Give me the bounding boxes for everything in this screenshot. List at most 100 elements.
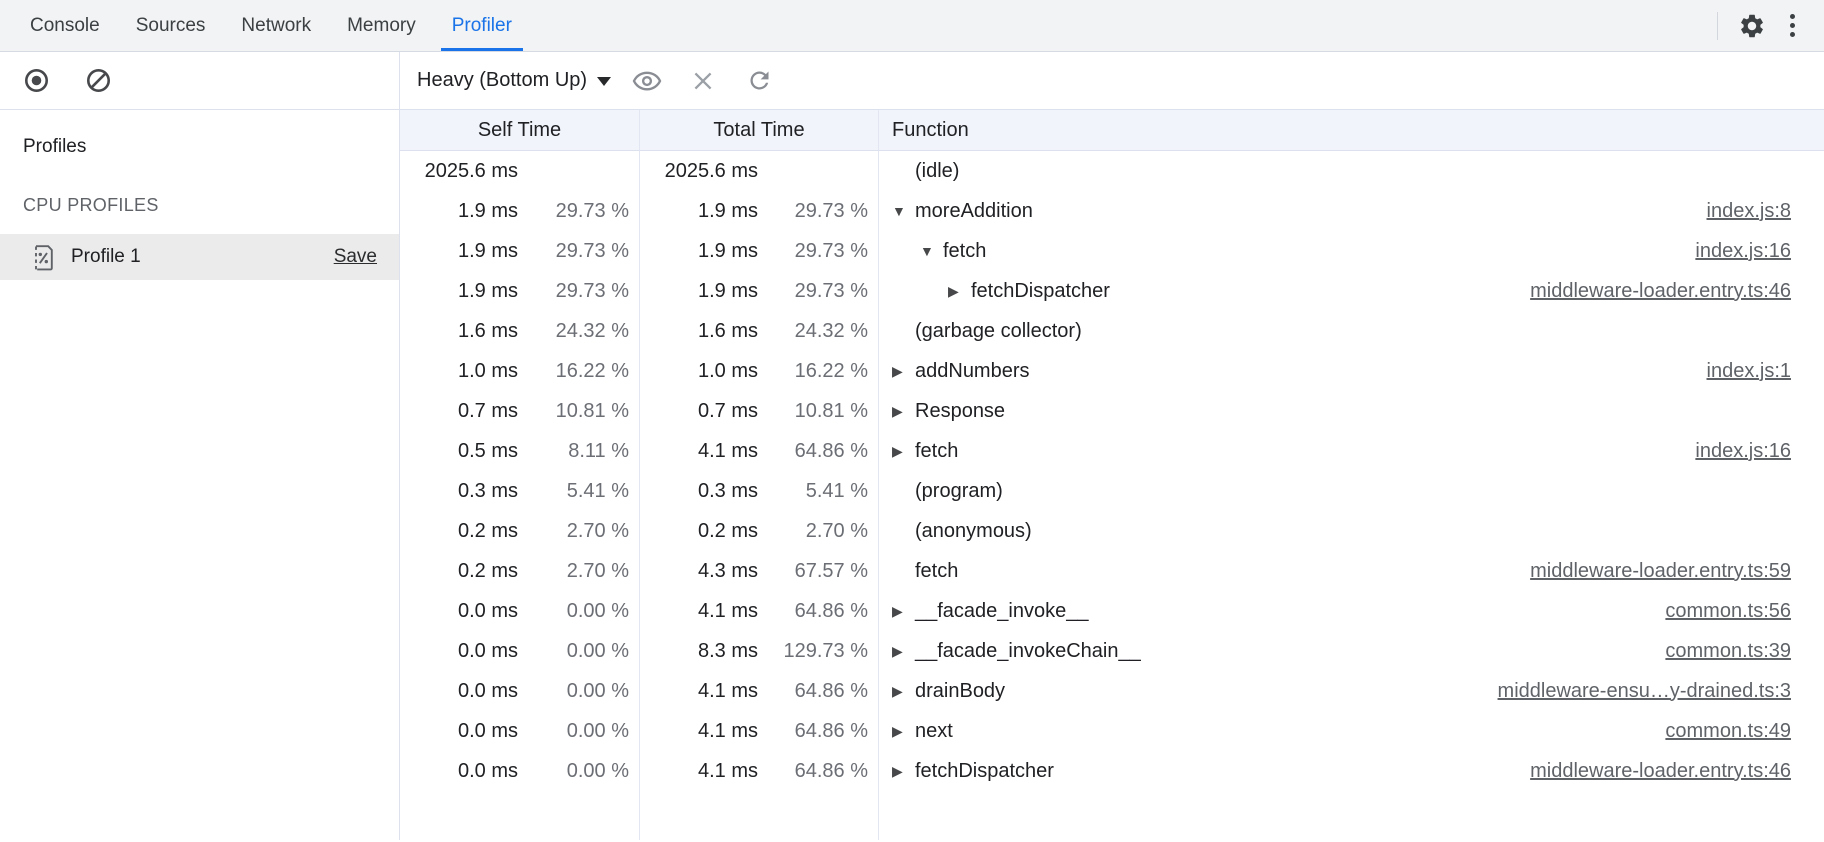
self-time-cell[interactable]: 0.0 ms0.00 % bbox=[400, 671, 640, 711]
tree-expand-icon[interactable]: ▶ bbox=[892, 604, 915, 618]
self-time-cell[interactable]: 0.0 ms0.00 % bbox=[400, 751, 640, 791]
tree-expand-icon[interactable]: ▶ bbox=[948, 284, 971, 298]
clear-profiles-button[interactable] bbox=[78, 61, 118, 101]
total-time-cell[interactable]: 0.7 ms10.81 % bbox=[640, 391, 879, 431]
self-time-cell[interactable]: 0.0 ms0.00 % bbox=[400, 631, 640, 671]
total-time-cell[interactable]: 1.9 ms29.73 % bbox=[640, 271, 879, 311]
self-time-cell[interactable]: 0.2 ms2.70 % bbox=[400, 511, 640, 551]
self-time-cell[interactable]: 0.0 ms0.00 % bbox=[400, 591, 640, 631]
self-time-cell[interactable]: 1.0 ms16.22 % bbox=[400, 351, 640, 391]
source-link[interactable]: common.ts:39 bbox=[1665, 640, 1824, 663]
tab-console[interactable]: Console bbox=[19, 0, 111, 51]
self-time-cell[interactable]: 0.5 ms8.11 % bbox=[400, 431, 640, 471]
total-time-cell[interactable]: 1.0 ms16.22 % bbox=[640, 351, 879, 391]
self-time-cell[interactable]: 2025.6 ms bbox=[400, 151, 640, 191]
total-time-cell[interactable]: 4.1 ms64.86 % bbox=[640, 671, 879, 711]
self-time-cell[interactable]: 0.2 ms2.70 % bbox=[400, 551, 640, 591]
self-time-cell[interactable]: 0.0 ms0.00 % bbox=[400, 711, 640, 751]
tree-expand-icon[interactable]: ▶ bbox=[892, 724, 915, 738]
function-cell[interactable]: ▶__facade_invokeChain__common.ts:39 bbox=[879, 631, 1824, 671]
total-time-cell[interactable]: 1.6 ms24.32 % bbox=[640, 311, 879, 351]
column-header-total-time[interactable]: Total Time bbox=[640, 110, 879, 151]
tab-sources[interactable]: Sources bbox=[125, 0, 217, 51]
function-cell[interactable]: ▶drainBodymiddleware-ensu…y-drained.ts:3 bbox=[879, 671, 1824, 711]
tree-expand-icon[interactable]: ▶ bbox=[892, 404, 915, 418]
save-profile-link[interactable]: Save bbox=[334, 246, 377, 268]
total-time-cell[interactable]: 4.1 ms64.86 % bbox=[640, 431, 879, 471]
total-time-cell[interactable]: 2025.6 ms bbox=[640, 151, 879, 191]
tab-memory[interactable]: Memory bbox=[336, 0, 427, 51]
source-link[interactable]: common.ts:49 bbox=[1665, 720, 1824, 743]
self-time-pct: 2.70 % bbox=[518, 520, 639, 543]
self-time-cell[interactable]: 0.7 ms10.81 % bbox=[400, 391, 640, 431]
profile-view-dropdown[interactable]: Heavy (Bottom Up) bbox=[417, 69, 611, 92]
self-time-cell[interactable]: 1.9 ms29.73 % bbox=[400, 231, 640, 271]
source-link[interactable]: middleware-loader.entry.ts:59 bbox=[1530, 560, 1824, 583]
total-time-cell[interactable]: 0.3 ms5.41 % bbox=[640, 471, 879, 511]
total-time-cell[interactable]: 4.1 ms64.86 % bbox=[640, 591, 879, 631]
self-time-pct: 0.00 % bbox=[518, 680, 639, 703]
function-cell[interactable]: ▼fetchindex.js:16 bbox=[879, 231, 1824, 271]
total-time-ms: 4.1 ms bbox=[640, 680, 758, 703]
source-link[interactable]: index.js:8 bbox=[1707, 200, 1824, 223]
total-time-cell[interactable]: 4.1 ms64.86 % bbox=[640, 711, 879, 751]
source-link[interactable]: index.js:16 bbox=[1695, 240, 1824, 263]
tree-expand-icon[interactable]: ▶ bbox=[892, 764, 915, 778]
total-time-cell[interactable]: 4.3 ms67.57 % bbox=[640, 551, 879, 591]
function-cell[interactable]: ▼moreAdditionindex.js:8 bbox=[879, 191, 1824, 231]
self-time-cell[interactable]: 1.6 ms24.32 % bbox=[400, 311, 640, 351]
total-time-cell[interactable]: 4.1 ms64.86 % bbox=[640, 751, 879, 791]
source-link[interactable]: index.js:16 bbox=[1695, 440, 1824, 463]
tree-expand-icon[interactable]: ▶ bbox=[892, 364, 915, 378]
more-options-button[interactable] bbox=[1772, 6, 1812, 46]
tree-expand-icon[interactable]: ▶ bbox=[892, 444, 915, 458]
function-cell[interactable]: ▶__facade_invoke__common.ts:56 bbox=[879, 591, 1824, 631]
function-cell[interactable]: (anonymous) bbox=[879, 511, 1824, 551]
function-name: (program) bbox=[915, 480, 1003, 503]
column-header-function[interactable]: Function bbox=[879, 110, 1824, 151]
source-link[interactable]: index.js:1 bbox=[1707, 360, 1824, 383]
function-cell[interactable]: ▶fetchDispatchermiddleware-loader.entry.… bbox=[879, 271, 1824, 311]
source-link[interactable]: common.ts:56 bbox=[1665, 600, 1824, 623]
tab-profiler[interactable]: Profiler bbox=[441, 0, 523, 51]
function-cell[interactable]: ▶nextcommon.ts:49 bbox=[879, 711, 1824, 751]
profile-list-item[interactable]: Profile 1 Save bbox=[0, 234, 399, 280]
tree-collapse-icon[interactable]: ▼ bbox=[892, 204, 915, 218]
function-cell[interactable]: (program) bbox=[879, 471, 1824, 511]
self-time-cell[interactable]: 1.9 ms29.73 % bbox=[400, 271, 640, 311]
self-time-ms: 0.2 ms bbox=[400, 520, 518, 543]
settings-button[interactable] bbox=[1732, 6, 1772, 46]
block-icon bbox=[85, 67, 112, 94]
self-time-ms: 1.9 ms bbox=[400, 280, 518, 303]
tree-collapse-icon[interactable]: ▼ bbox=[920, 244, 943, 258]
function-cell[interactable]: ▶fetchindex.js:16 bbox=[879, 431, 1824, 471]
source-link[interactable]: middleware-loader.entry.ts:46 bbox=[1530, 760, 1824, 783]
self-time-ms: 0.0 ms bbox=[400, 680, 518, 703]
self-time-cell[interactable]: 0.3 ms5.41 % bbox=[400, 471, 640, 511]
total-time-cell[interactable]: 1.9 ms29.73 % bbox=[640, 191, 879, 231]
self-time-pct: 0.00 % bbox=[518, 640, 639, 663]
tree-expand-icon[interactable]: ▶ bbox=[892, 644, 915, 658]
total-time-cell[interactable]: 8.3 ms129.73 % bbox=[640, 631, 879, 671]
total-time-ms: 1.9 ms bbox=[640, 280, 758, 303]
function-cell[interactable]: ▶addNumbersindex.js:1 bbox=[879, 351, 1824, 391]
record-button[interactable] bbox=[16, 61, 56, 101]
function-cell[interactable]: (idle) bbox=[879, 151, 1824, 191]
refresh-button[interactable] bbox=[739, 61, 779, 101]
eye-button[interactable] bbox=[627, 61, 667, 101]
total-time-ms: 1.9 ms bbox=[640, 200, 758, 223]
close-button[interactable] bbox=[683, 61, 723, 101]
total-time-cell[interactable]: 1.9 ms29.73 % bbox=[640, 231, 879, 271]
source-link[interactable]: middleware-ensu…y-drained.ts:3 bbox=[1498, 680, 1824, 703]
column-header-self-time[interactable]: Self Time bbox=[400, 110, 640, 151]
function-cell[interactable]: (garbage collector) bbox=[879, 311, 1824, 351]
tab-network[interactable]: Network bbox=[230, 0, 322, 51]
total-time-cell[interactable]: 0.2 ms2.70 % bbox=[640, 511, 879, 551]
self-time-cell[interactable]: 1.9 ms29.73 % bbox=[400, 191, 640, 231]
total-time-pct: 5.41 % bbox=[758, 480, 878, 503]
tree-expand-icon[interactable]: ▶ bbox=[892, 684, 915, 698]
function-cell[interactable]: ▶Response bbox=[879, 391, 1824, 431]
function-cell[interactable]: fetchmiddleware-loader.entry.ts:59 bbox=[879, 551, 1824, 591]
source-link[interactable]: middleware-loader.entry.ts:46 bbox=[1530, 280, 1824, 303]
function-cell[interactable]: ▶fetchDispatchermiddleware-loader.entry.… bbox=[879, 751, 1824, 791]
